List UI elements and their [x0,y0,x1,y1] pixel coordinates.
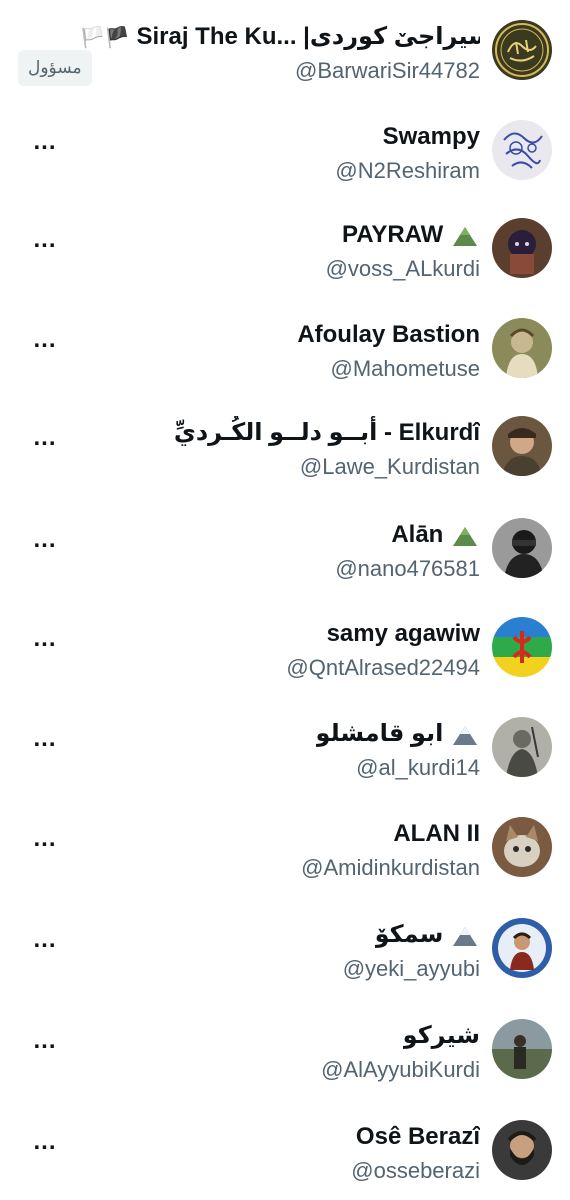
list-item[interactable]: 🏳️🏴 Siraj The Ku... |سیراجێ کوردی @Barwa… [0,18,570,118]
more-options-icon[interactable]: ... [30,928,60,952]
username-handle[interactable]: @al_kurdi14 [356,753,480,783]
display-name[interactable]: PAYRAW [342,218,480,252]
list-item[interactable]: Afoulay Bastion @Mahometuse ... [0,316,570,416]
display-name[interactable]: ALAN II [393,817,480,851]
username-handle[interactable]: @AlAyyubiKurdi [321,1055,480,1085]
avatar[interactable] [492,918,552,978]
username-handle[interactable]: @osseberazi [351,1156,480,1186]
list-item[interactable]: ابو قامشلو @al_kurdi14 ... [0,715,570,815]
username-handle[interactable]: @Lawe_Kurdistan [300,452,480,482]
display-name[interactable]: 🏳️🏴 Siraj The Ku... |سیراجێ کوردی [80,20,480,55]
list-item[interactable]: Alān @nano476581 ... [0,516,570,616]
username-handle[interactable]: @yeki_ayyubi [343,954,480,984]
admin-badge: مسؤول [18,50,92,86]
avatar[interactable] [492,817,552,877]
username-handle[interactable]: @N2Reshiram [335,156,480,186]
more-options-icon[interactable]: ... [30,130,60,154]
username-handle[interactable]: @voss_ALkurdi [326,254,480,284]
avatar[interactable] [492,416,552,476]
mountain-emoji-icon [453,526,477,546]
more-options-icon[interactable]: ... [30,1029,60,1053]
list-item[interactable]: Osê Berazî @osseberazi ... [0,1118,570,1200]
list-item[interactable]: سمکۆ @yeki_ayyubi ... [0,916,570,1016]
list-item[interactable]: Swampy @N2Reshiram ... [0,118,570,218]
avatar[interactable] [492,518,552,578]
list-item[interactable]: أبــو دلــو الكُـرديِّ - Elkurdî @Lawe_K… [0,414,570,514]
avatar[interactable] [492,1120,552,1180]
display-name[interactable]: samy agawiw [327,617,480,651]
more-options-icon[interactable]: ... [30,827,60,851]
display-name[interactable]: أبــو دلــو الكُـرديِّ - Elkurdî [174,416,480,450]
mountain-emoji-icon [453,226,477,246]
more-options-icon[interactable]: ... [30,528,60,552]
mountain-emoji-icon [453,926,477,946]
mountain-emoji-icon [453,725,477,745]
avatar[interactable] [492,617,552,677]
more-options-icon[interactable]: ... [30,627,60,651]
username-handle[interactable]: @nano476581 [335,554,480,584]
flag-emoji-icon: 🏳️🏴 [80,27,130,49]
display-name[interactable]: Swampy [383,120,480,154]
more-options-icon[interactable]: ... [30,1130,60,1154]
display-name[interactable]: سمکۆ [375,918,480,952]
username-handle[interactable]: @BarwariSir44782 [295,56,480,86]
avatar[interactable] [492,318,552,378]
display-name[interactable]: Osê Berazî [356,1120,480,1154]
more-options-icon[interactable]: ... [30,228,60,252]
username-handle[interactable]: @QntAlrased22494 [286,653,480,683]
more-options-icon[interactable]: ... [30,727,60,751]
display-name[interactable]: شيركو [403,1019,480,1053]
list-item[interactable]: ALAN II @Amidinkurdistan ... [0,815,570,915]
more-options-icon[interactable]: ... [30,328,60,352]
username-handle[interactable]: @Amidinkurdistan [301,853,480,883]
username-handle[interactable]: @Mahometuse [330,354,480,384]
display-name[interactable]: ابو قامشلو [316,717,480,751]
avatar[interactable] [492,1019,552,1079]
more-options-icon[interactable]: ... [30,426,60,450]
avatar[interactable] [492,20,552,80]
display-name[interactable]: Alān [391,518,480,552]
avatar[interactable] [492,717,552,777]
list-item[interactable]: PAYRAW @voss_ALkurdi ... [0,216,570,316]
display-name[interactable]: Afoulay Bastion [297,318,480,352]
avatar[interactable] [492,120,552,180]
list-item[interactable]: شيركو @AlAyyubiKurdi ... [0,1017,570,1117]
list-item[interactable]: samy agawiw @QntAlrased22494 ... [0,615,570,715]
avatar[interactable] [492,218,552,278]
